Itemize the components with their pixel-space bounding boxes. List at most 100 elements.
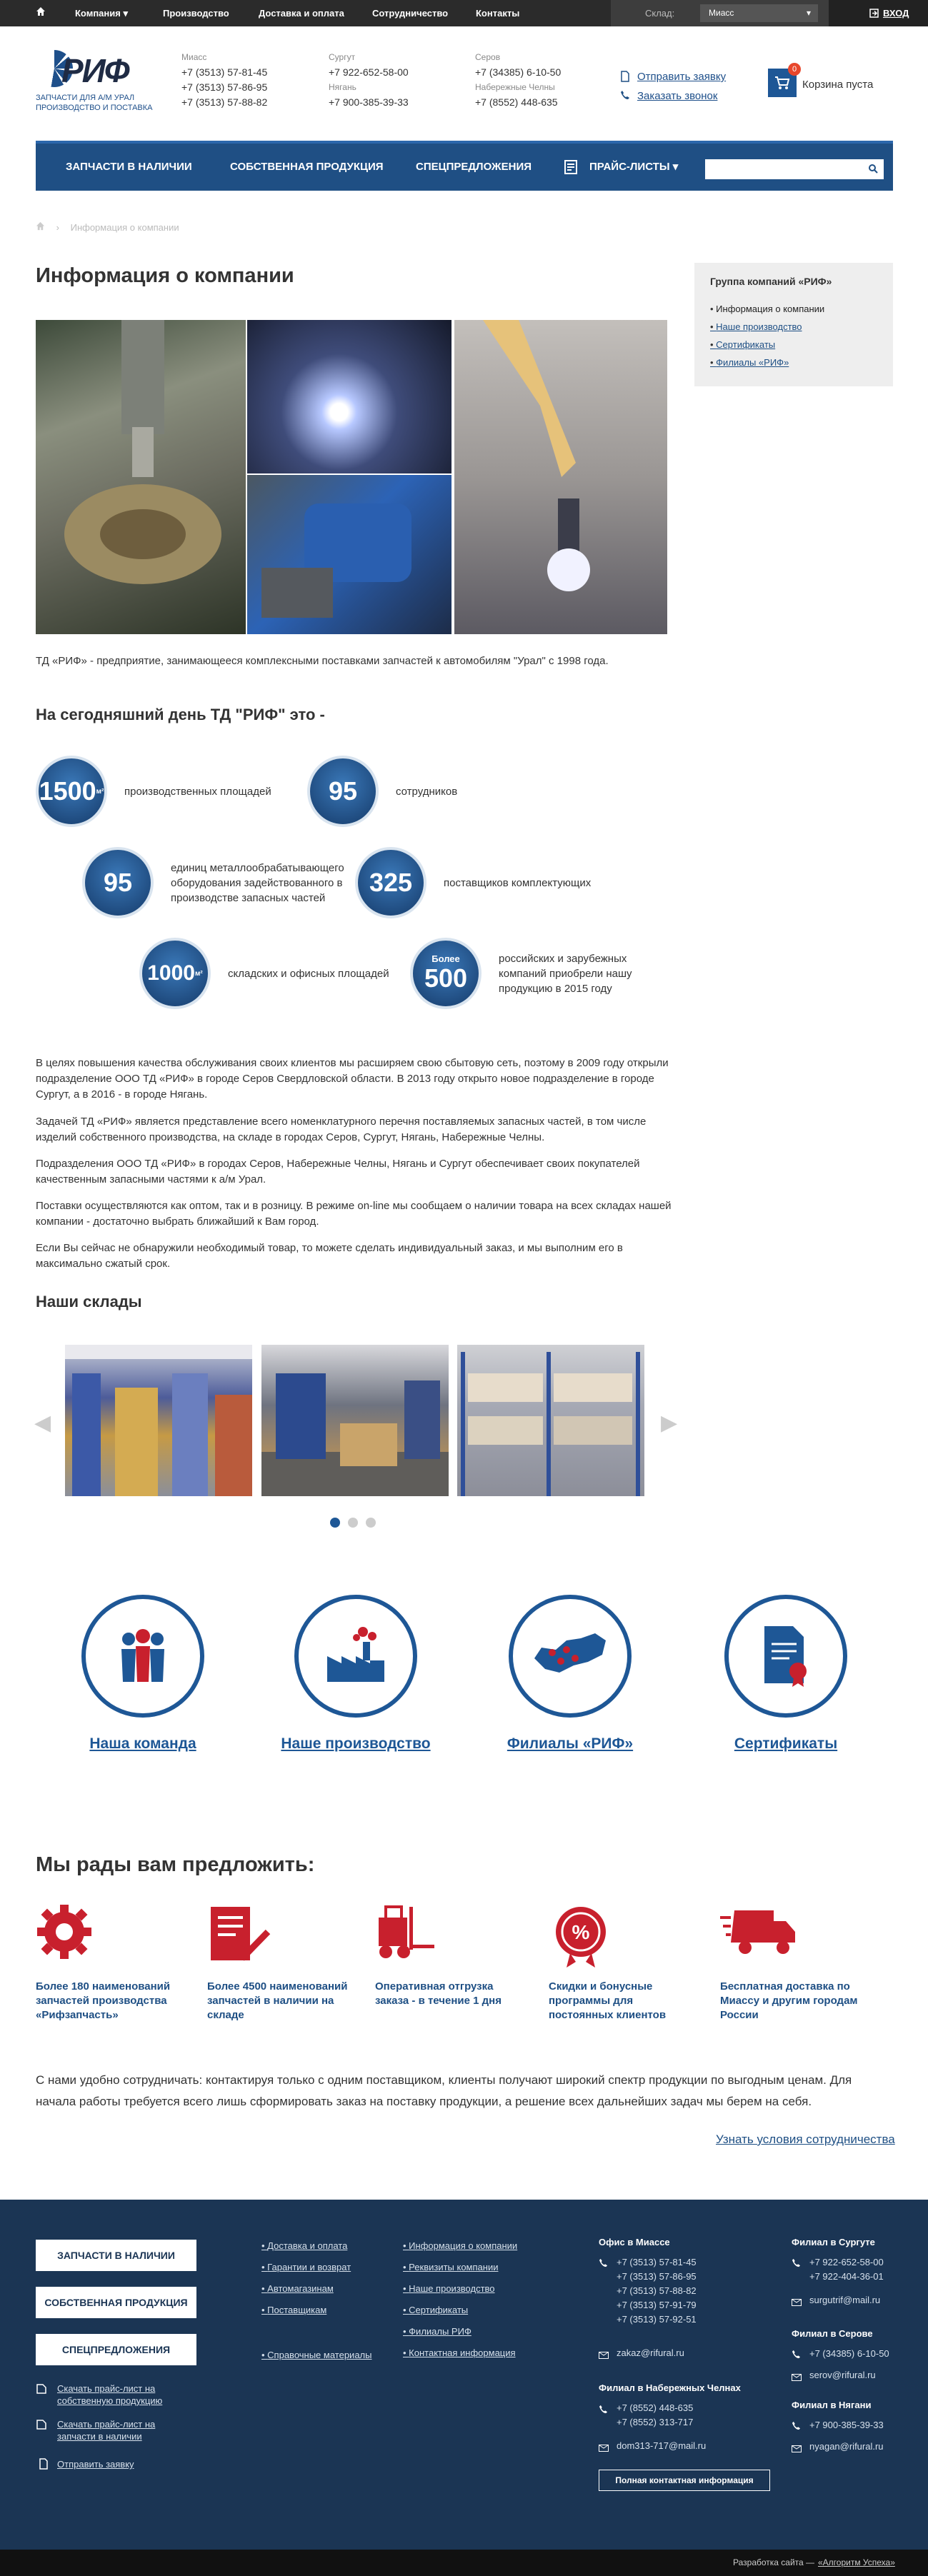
- stat-production-area: 1500 м² производственных площадей: [36, 756, 289, 827]
- carousel-prev-icon[interactable]: ◀: [34, 1410, 51, 1435]
- russia-map-icon: [531, 1630, 609, 1683]
- footer-chelny-email[interactable]: dom313-717@mail.ru: [617, 2439, 706, 2453]
- developer-link[interactable]: «Алгоритм Успеха»: [818, 2550, 895, 2576]
- search-icon[interactable]: [868, 164, 878, 176]
- team-link[interactable]: Наша команда: [64, 1735, 221, 1753]
- chevron-down-icon: ▾: [806, 8, 811, 18]
- sidebar-item-certificates[interactable]: Сертификаты: [710, 336, 824, 354]
- footer-surgut-email[interactable]: surgutrif@mail.ru: [809, 2293, 880, 2307]
- footer-phone[interactable]: +7 (34385) 6-10-50: [809, 2347, 889, 2361]
- footer-link[interactable]: Реквизиты компании: [403, 2257, 517, 2278]
- footer-phone[interactable]: +7 (3513) 57-92-51: [617, 2312, 697, 2327]
- order-call-link[interactable]: Заказать звонок: [637, 90, 717, 102]
- contact-phone[interactable]: +7 900-385-39-33: [329, 95, 409, 110]
- footer-send-request[interactable]: Отправить заявку: [57, 2458, 134, 2470]
- nav-special-offers[interactable]: СПЕЦПРЕДЛОЖЕНИЯ: [416, 144, 532, 191]
- sidebar-item-production[interactable]: Наше производство: [710, 318, 824, 336]
- contact-phone[interactable]: +7 922-652-58-00: [329, 65, 409, 80]
- top-menu-company[interactable]: Компания ▾: [75, 0, 128, 26]
- footer-link[interactable]: Контактная информация: [403, 2342, 517, 2364]
- top-menu-delivery[interactable]: Доставка и оплата: [259, 0, 344, 26]
- footer-phone[interactable]: +7 900-385-39-33: [809, 2418, 884, 2432]
- footer-phone[interactable]: +7 922-652-58-00: [809, 2255, 884, 2270]
- footer-link[interactable]: Сертификаты: [403, 2300, 517, 2321]
- nav-parts-in-stock[interactable]: ЗАПЧАСТИ В НАЛИЧИИ: [66, 144, 192, 191]
- mail-icon: [599, 2350, 609, 2362]
- team-circle[interactable]: [81, 1595, 204, 1718]
- nav-price-lists[interactable]: ПРАЙС-ЛИСТЫ ▾: [589, 144, 678, 191]
- nav-own-products[interactable]: СОБСТВЕННАЯ ПРОДУКЦИЯ: [230, 144, 384, 191]
- footer-phone[interactable]: +7 (3513) 57-81-45: [617, 2255, 697, 2270]
- search-input[interactable]: [705, 159, 884, 179]
- contacts-serov: Серов +7 (34385) 6-10-50 Набережные Челн…: [475, 50, 561, 110]
- top-menu-cooperation[interactable]: Сотрудничество: [372, 0, 448, 26]
- photo-welding: [247, 320, 451, 473]
- factory-icon: [324, 1626, 388, 1686]
- footer-serov-email[interactable]: serov@rifural.ru: [809, 2368, 876, 2382]
- contact-phone[interactable]: +7 (8552) 448-635: [475, 95, 561, 110]
- stock-selector: Склад: Миасс ▾: [611, 0, 829, 26]
- stat-circle: 95: [82, 847, 154, 918]
- offer-text: Более 180 наименований запчастей произво…: [36, 1980, 171, 2021]
- download-icon: [36, 2383, 47, 2397]
- footer-phone[interactable]: +7 922-404-36-01: [809, 2270, 884, 2284]
- footer-link[interactable]: Автомагазинам: [261, 2278, 351, 2300]
- footer-link[interactable]: Гарантии и возврат: [261, 2257, 351, 2278]
- footer-links-col1b: Справочные материалы: [261, 2345, 371, 2366]
- branches-circle[interactable]: [509, 1595, 632, 1718]
- sidebar-item-branches[interactable]: Филиалы «РИФ»: [710, 354, 824, 371]
- carousel-dot[interactable]: [366, 1518, 376, 1528]
- breadcrumb-current: Информация о компании: [70, 222, 179, 233]
- certificates-circle[interactable]: [724, 1595, 847, 1718]
- footer-nyagan-email[interactable]: nyagan@rifural.ru: [809, 2440, 884, 2454]
- contact-phone[interactable]: +7 (3513) 57-88-82: [181, 95, 267, 110]
- footer-phone[interactable]: +7 (3513) 57-91-79: [617, 2298, 697, 2312]
- download-own-price[interactable]: Скачать прайс-лист на собственную продук…: [57, 2382, 179, 2407]
- contact-phone[interactable]: +7 (3513) 57-86-95: [181, 80, 267, 95]
- contact-city: Сургут: [329, 52, 356, 62]
- contact-phone[interactable]: +7 (3513) 57-81-45: [181, 65, 267, 80]
- mail-icon: [792, 2443, 802, 2455]
- stat-warehouse-area: 1000 м² складских и офисных площадей: [139, 938, 392, 1009]
- carousel-dot-active[interactable]: [330, 1518, 340, 1528]
- production-link[interactable]: Наше производство: [277, 1735, 434, 1753]
- branches-link[interactable]: Филиалы «РИФ»: [492, 1735, 649, 1753]
- photo-torch: [454, 320, 667, 634]
- footer-specials-button[interactable]: СПЕЦПРЕДЛОЖЕНИЯ: [36, 2334, 196, 2365]
- cooperation-link[interactable]: Узнать условия сотрудничества: [716, 2133, 895, 2147]
- top-menu-production[interactable]: Производство: [163, 0, 229, 26]
- home-icon[interactable]: [36, 0, 46, 26]
- footer-phone[interactable]: +7 (8552) 448-635: [617, 2401, 693, 2415]
- footer-link[interactable]: Наше производство: [403, 2278, 517, 2300]
- footer-miass-email[interactable]: zakaz@rifural.ru: [617, 2346, 684, 2360]
- footer-serov-title: Филиал в Серове: [792, 2328, 873, 2339]
- carousel-next-icon[interactable]: ▶: [661, 1410, 677, 1435]
- footer-phone[interactable]: +7 (8552) 313-717: [617, 2415, 693, 2430]
- login-button[interactable]: ВХОД: [829, 0, 928, 26]
- sidebar-item-about[interactable]: Информация о компании: [710, 300, 824, 318]
- download-stock-price[interactable]: Скачать прайс-лист на запчасти в наличии: [57, 2418, 179, 2442]
- footer-link[interactable]: Доставка и оплата: [261, 2235, 351, 2257]
- production-circle[interactable]: [294, 1595, 417, 1718]
- footer-parts-button[interactable]: ЗАПЧАСТИ В НАЛИЧИИ: [36, 2240, 196, 2271]
- footer-link[interactable]: Справочные материалы: [261, 2345, 371, 2366]
- certificates-link[interactable]: Сертификаты: [707, 1735, 864, 1753]
- price-list-icon: [564, 160, 577, 177]
- footer-link[interactable]: Информация о компании: [403, 2235, 517, 2257]
- full-contacts-button[interactable]: Полная контактная информация: [599, 2470, 770, 2491]
- footer-phone[interactable]: +7 (3513) 57-86-95: [617, 2270, 697, 2284]
- cart-button[interactable]: 0: [768, 63, 801, 97]
- footer-phone[interactable]: +7 (3513) 57-88-82: [617, 2284, 697, 2298]
- logo[interactable]: РИФ ЗАПЧАСТИ ДЛЯ А/М УРАЛ ПРОИЗВОДСТВО И…: [36, 50, 154, 118]
- home-icon[interactable]: [36, 221, 45, 233]
- contact-phone[interactable]: +7 (34385) 6-10-50: [475, 65, 561, 80]
- top-menu-contacts[interactable]: Контакты: [476, 0, 519, 26]
- contact-city: Набережные Челны: [475, 82, 555, 92]
- footer-link[interactable]: Филиалы РИФ: [403, 2321, 517, 2342]
- footer-products-button[interactable]: СОБСТВЕННАЯ ПРОДУКЦИЯ: [36, 2287, 196, 2318]
- send-request-link[interactable]: Отправить заявку: [637, 71, 726, 83]
- carousel-dot[interactable]: [348, 1518, 358, 1528]
- footer-link[interactable]: Поставщикам: [261, 2300, 351, 2321]
- stock-select[interactable]: Миасс ▾: [700, 4, 818, 22]
- stat-circle: 95: [307, 756, 379, 827]
